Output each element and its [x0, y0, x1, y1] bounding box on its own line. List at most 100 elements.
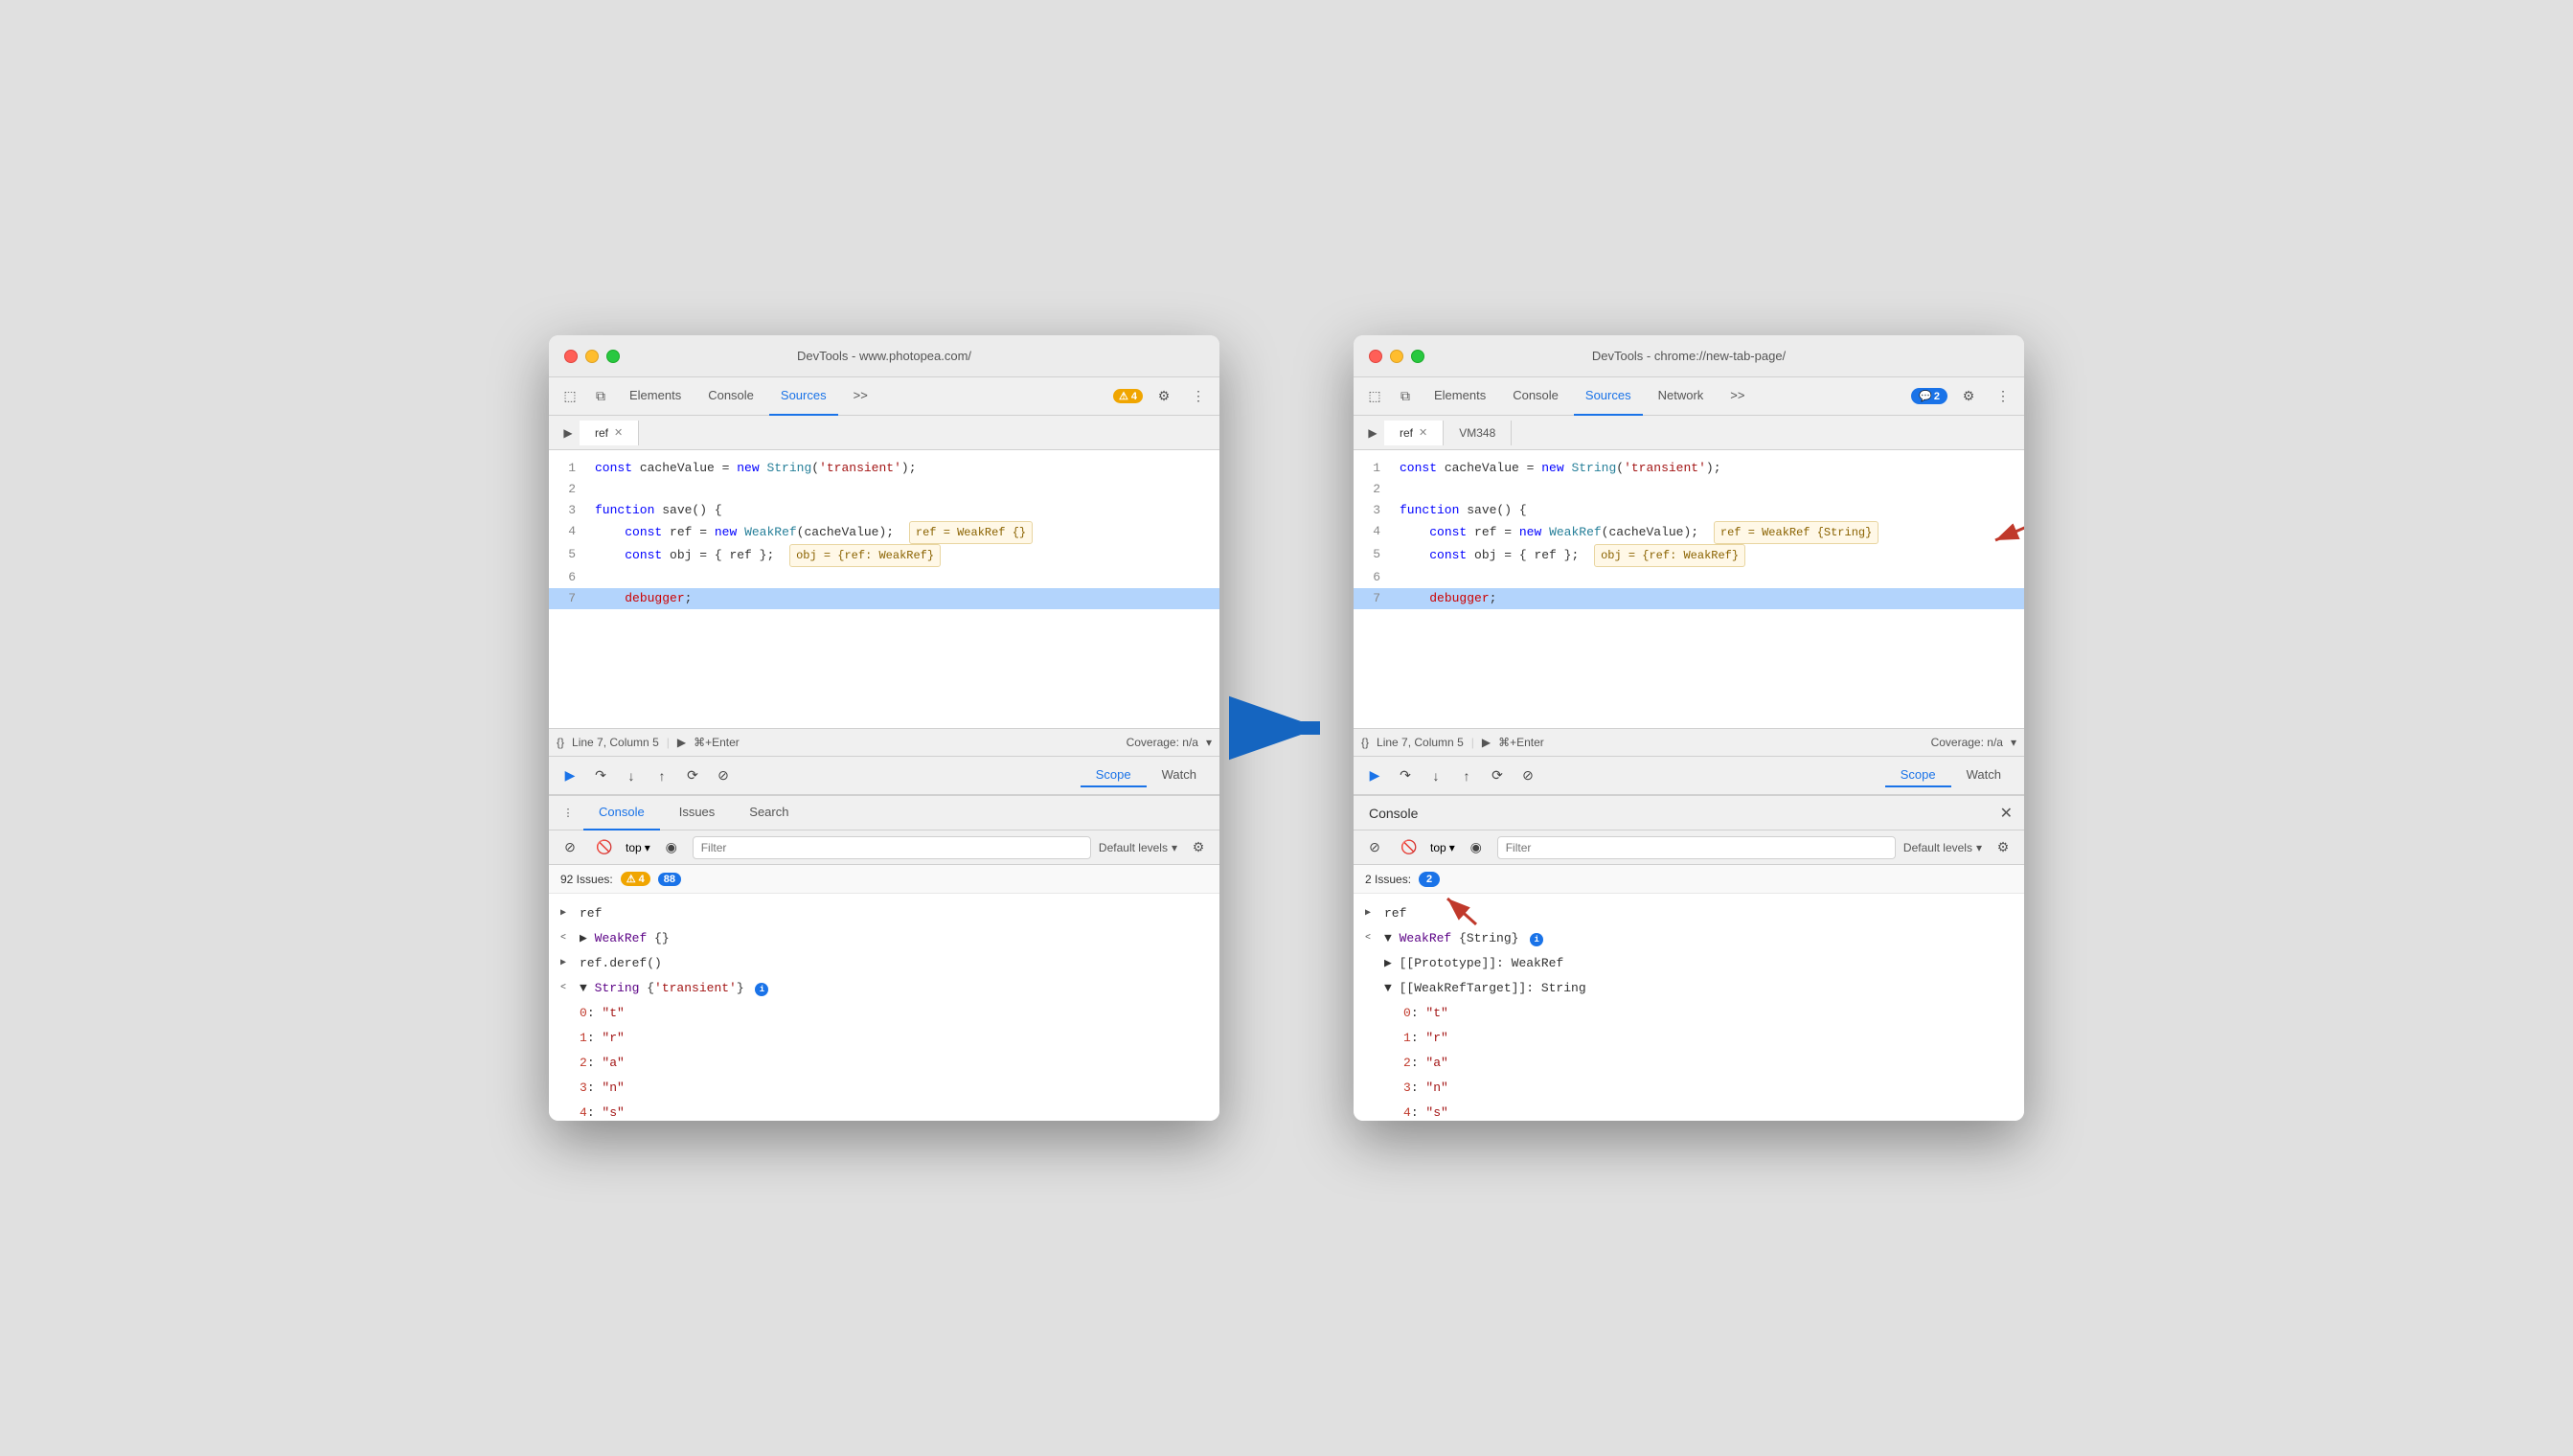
console-nested-1-left: 1: "r" — [560, 1026, 1208, 1051]
console-nested-3-left: 3: "n" — [560, 1076, 1208, 1101]
file-tab-ref-left[interactable]: ref ✕ — [580, 421, 639, 445]
tab-search-bottom-left[interactable]: Search — [734, 796, 804, 830]
step-over-btn-left[interactable]: ↷ — [587, 762, 614, 789]
left-issues-bar: 92 Issues: ⚠4 88 — [549, 865, 1219, 894]
close-button-left[interactable] — [564, 350, 578, 363]
code-line-4-left: 4 const ref = new WeakRef(cacheValue); r… — [549, 521, 1219, 544]
right-console-header: Console ✕ — [1354, 796, 2024, 830]
tab-console-bottom-left[interactable]: Console — [583, 796, 660, 830]
scope-tab-watch-left[interactable]: Watch — [1147, 763, 1212, 787]
right-devtools-toolbar: ⬚ ⧉ Elements Console Sources Network >> … — [1354, 377, 2024, 416]
more-icon-right[interactable]: ⋮ — [1990, 383, 2016, 410]
tab-sources-left[interactable]: Sources — [769, 377, 838, 416]
top-dropdown-right[interactable]: top▾ — [1430, 841, 1455, 854]
run-icon-right[interactable]: ▶ — [1482, 736, 1491, 749]
right-status-bar: {} Line 7, Column 5 | ▶ ⌘+Enter Coverage… — [1354, 728, 2024, 757]
console-nested-proto-right: ▶ [[Prototype]]: WeakRef — [1365, 951, 2013, 976]
step-over-btn-right[interactable]: ↷ — [1392, 762, 1419, 789]
code-line-3-left: 3 function save() { — [549, 500, 1219, 521]
eye-btn-left[interactable]: ◉ — [658, 834, 685, 861]
minimize-button-right[interactable] — [1390, 350, 1403, 363]
tab-console-left[interactable]: Console — [696, 377, 765, 416]
issues-badge-wrapper: 2 — [1419, 872, 1440, 887]
maximize-button-right[interactable] — [1411, 350, 1424, 363]
play-icon-left[interactable]: ▶ — [557, 421, 580, 444]
left-devtools-body: ▶ ref ✕ 1 const cacheValue = new String(… — [549, 416, 1219, 1121]
file-tab-ref-right[interactable]: ref ✕ — [1384, 421, 1444, 445]
step-into-btn-right[interactable]: ↓ — [1423, 762, 1449, 789]
curly-icon-right: {} — [1361, 736, 1369, 749]
levels-dropdown-right[interactable]: Default levels ▾ — [1903, 841, 1982, 854]
console-clear-left[interactable]: ⊘ — [557, 834, 583, 861]
position-left: Line 7, Column 5 — [572, 736, 659, 749]
console-nested2-3-right: 3: "n" — [1365, 1076, 2013, 1101]
play-icon-right[interactable]: ▶ — [1361, 421, 1384, 444]
tab-sources-right[interactable]: Sources — [1574, 377, 1643, 416]
step-btn-right[interactable]: ⟳ — [1484, 762, 1511, 789]
collapse-icon-left[interactable]: ▾ — [1206, 736, 1212, 749]
three-dots-icon-left[interactable]: ⋮ — [557, 800, 580, 827]
right-issues-bar: 2 Issues: 2 — [1354, 865, 2024, 894]
settings-icon-left[interactable]: ⚙ — [1150, 383, 1177, 410]
left-scope-tabs: Scope Watch — [1081, 763, 1212, 787]
layers-icon[interactable]: ⧉ — [587, 383, 614, 410]
more-icon-left[interactable]: ⋮ — [1185, 383, 1212, 410]
breakpoints-btn-right[interactable]: ⊘ — [1514, 762, 1541, 789]
scope-tab-scope-right[interactable]: Scope — [1885, 763, 1951, 787]
minimize-button-left[interactable] — [585, 350, 599, 363]
left-code-section: 1 const cacheValue = new String('transie… — [549, 450, 1219, 795]
filter-input-right[interactable] — [1497, 836, 1896, 859]
step-into-btn-left[interactable]: ↓ — [618, 762, 645, 789]
run-shortcut-left: ⌘+Enter — [694, 736, 740, 749]
filter-input-left[interactable] — [693, 836, 1091, 859]
tab-elements-right[interactable]: Elements — [1423, 377, 1497, 416]
cursor-icon[interactable]: ⬚ — [557, 383, 583, 410]
console-block-left[interactable]: 🚫 — [591, 834, 618, 861]
console-block-right[interactable]: 🚫 — [1396, 834, 1423, 861]
cursor-icon-right[interactable]: ⬚ — [1361, 383, 1388, 410]
console-clear-right[interactable]: ⊘ — [1361, 834, 1388, 861]
scope-tab-watch-right[interactable]: Watch — [1951, 763, 2016, 787]
tab-more-left[interactable]: >> — [842, 377, 879, 416]
step-out-btn-right[interactable]: ↑ — [1453, 762, 1480, 789]
resume-btn-right[interactable]: ▶ — [1361, 762, 1388, 789]
eye-btn-right[interactable]: ◉ — [1463, 834, 1490, 861]
tab-network-right[interactable]: Network — [1647, 377, 1716, 416]
settings-icon-right[interactable]: ⚙ — [1955, 383, 1982, 410]
maximize-button-left[interactable] — [606, 350, 620, 363]
console-nested-4-left: 4: "s" — [560, 1101, 1208, 1121]
console-close-right[interactable]: ✕ — [1989, 800, 2024, 827]
left-file-tabs: ▶ ref ✕ — [549, 416, 1219, 450]
breakpoints-btn-left[interactable]: ⊘ — [710, 762, 737, 789]
file-tab-close-left[interactable]: ✕ — [614, 426, 623, 439]
left-debug-toolbar: ▶ ↷ ↓ ↑ ⟳ ⊘ Scope Watch — [549, 757, 1219, 795]
close-button-right[interactable] — [1369, 350, 1382, 363]
layers-icon-right[interactable]: ⧉ — [1392, 383, 1419, 410]
levels-dropdown-left[interactable]: Default levels ▾ — [1099, 841, 1177, 854]
step-btn-left[interactable]: ⟳ — [679, 762, 706, 789]
tab-console-right[interactable]: Console — [1501, 377, 1570, 416]
left-code-area: 1 const cacheValue = new String('transie… — [549, 450, 1219, 728]
top-dropdown-left[interactable]: top▾ — [626, 841, 650, 854]
info-badge-right: 💬2 — [1911, 388, 1947, 404]
run-icon-left[interactable]: ▶ — [677, 736, 686, 749]
gear-icon-console-right[interactable]: ⚙ — [1990, 834, 2016, 861]
collapse-icon-right[interactable]: ▾ — [2011, 736, 2016, 749]
gear-icon-console-left[interactable]: ⚙ — [1185, 834, 1212, 861]
scope-tab-scope-left[interactable]: Scope — [1081, 763, 1147, 787]
console-nested2-4-right: 4: "s" — [1365, 1101, 2013, 1121]
left-title-bar: DevTools - www.photopea.com/ — [549, 335, 1219, 377]
code-line-4-right: 4 const ref = new WeakRef(cacheValue); r… — [1354, 521, 2024, 544]
window-controls-right — [1369, 350, 1424, 363]
step-out-btn-left[interactable]: ↑ — [649, 762, 675, 789]
tab-more-right[interactable]: >> — [1719, 377, 1756, 416]
tab-issues-bottom-left[interactable]: Issues — [664, 796, 731, 830]
right-window-title: DevTools - chrome://new-tab-page/ — [1592, 349, 1786, 363]
resume-btn-left[interactable]: ▶ — [557, 762, 583, 789]
left-console-toolbar: ⊘ 🚫 top▾ ◉ Default levels ▾ ⚙ — [549, 830, 1219, 865]
tab-elements-left[interactable]: Elements — [618, 377, 693, 416]
right-title-bar: DevTools - chrome://new-tab-page/ — [1354, 335, 2024, 377]
file-tab-vm348-right[interactable]: VM348 — [1444, 421, 1512, 445]
file-tab-close-ref-right[interactable]: ✕ — [1419, 426, 1427, 439]
coverage-right: Coverage: n/a — [1931, 736, 2003, 749]
